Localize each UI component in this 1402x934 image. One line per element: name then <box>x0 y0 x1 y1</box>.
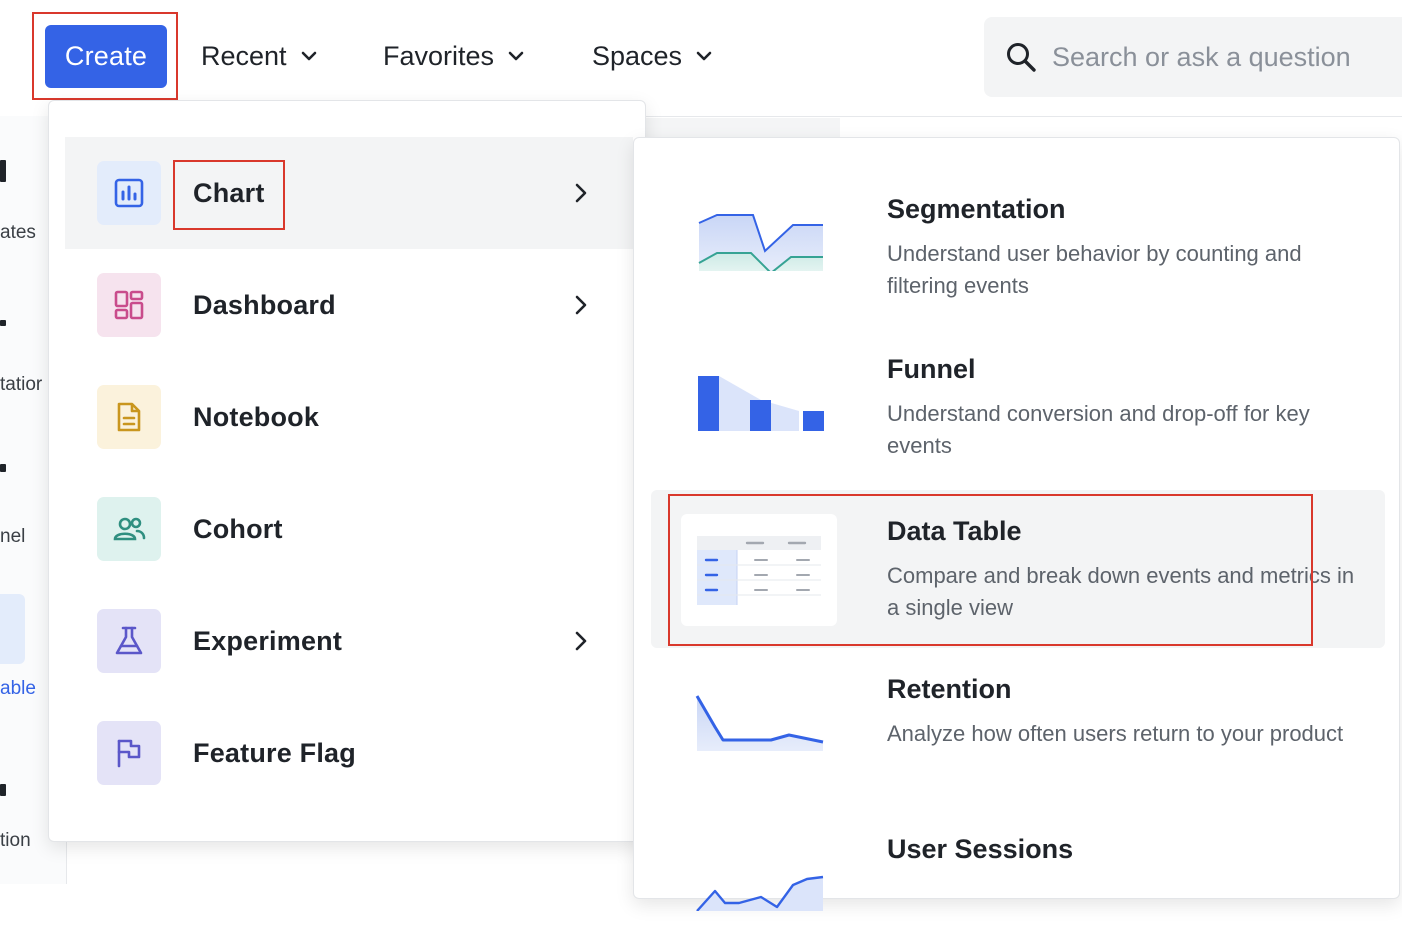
background-panel <box>645 118 840 138</box>
submenu-item-segmentation[interactable]: Segmentation Understand user behavior by… <box>651 136 1385 298</box>
chart-submenu: Segmentation Understand user behavior by… <box>633 136 1400 919</box>
favorites-menu[interactable]: Favorites <box>383 36 526 76</box>
search-input[interactable]: Search or ask a question <box>984 17 1402 97</box>
menu-item-notebook[interactable]: Notebook <box>65 361 633 473</box>
chevron-right-icon <box>573 630 589 652</box>
submenu-item-title: Retention <box>887 674 1012 704</box>
search-placeholder: Search or ask a question <box>1052 41 1351 72</box>
notebook-icon <box>97 385 161 449</box>
chevron-right-icon <box>573 294 589 316</box>
submenu-item-description: Compare and break down events and metric… <box>887 563 1355 620</box>
menu-item-label: Notebook <box>193 401 320 432</box>
flask-icon <box>97 609 161 673</box>
bar-chart-icon <box>97 161 161 225</box>
sidebar-item-label: ates <box>0 222 36 243</box>
menu-item-chart[interactable]: Chart <box>65 137 633 249</box>
flag-icon <box>97 721 161 785</box>
chevron-down-icon <box>301 51 316 61</box>
menu-item-label: Feature Flag <box>193 737 356 768</box>
menu-item-label: Chart <box>193 177 265 208</box>
dashboard-icon <box>97 273 161 337</box>
chevron-right-icon <box>573 182 589 204</box>
chevron-down-icon <box>696 51 712 61</box>
menu-item-label: Dashboard <box>193 289 336 320</box>
favorites-label: Favorites <box>383 40 495 71</box>
spaces-label: Spaces <box>592 40 683 71</box>
sidebar-active-item-bg <box>0 594 25 664</box>
sidebar-item-label: nel <box>0 526 26 547</box>
create-dropdown-menu: Chart Dashboard Notebook Cohort Experime… <box>48 100 646 842</box>
funnel-thumbnail-icon <box>681 319 837 445</box>
chevron-down-icon <box>508 51 524 61</box>
sidebar-icon-fragment <box>0 784 6 796</box>
menu-item-dashboard[interactable]: Dashboard <box>65 249 633 361</box>
menu-item-label: Cohort <box>193 513 283 544</box>
sidebar-icon-fragment <box>0 160 6 182</box>
submenu-item-title: Funnel <box>887 354 976 384</box>
submenu-item-user-sessions[interactable]: User Sessions <box>651 776 1385 934</box>
recent-label: Recent <box>201 40 287 71</box>
submenu-item-retention[interactable]: Retention Analyze how often users return… <box>651 616 1385 774</box>
submenu-item-title: Segmentation <box>887 194 1066 224</box>
search-icon <box>1004 40 1038 74</box>
segmentation-thumbnail-icon <box>681 159 837 283</box>
menu-item-experiment[interactable]: Experiment <box>65 585 633 697</box>
submenu-item-description: Understand user behavior by counting and… <box>887 241 1302 298</box>
sidebar-item-label: tatior <box>0 374 43 395</box>
create-button[interactable]: Create <box>45 25 167 88</box>
users-icon <box>97 497 161 561</box>
menu-item-cohort[interactable]: Cohort <box>65 473 633 585</box>
data-table-thumbnail-icon <box>681 514 837 626</box>
submenu-item-title: User Sessions <box>887 834 1074 864</box>
sidebar-item-label: able <box>0 678 36 699</box>
submenu-item-title: Data Table <box>887 516 1022 546</box>
user-sessions-thumbnail-icon <box>681 799 837 919</box>
sidebar-icon-fragment <box>0 464 6 472</box>
submenu-item-description: Understand conversion and drop-off for k… <box>887 401 1310 458</box>
submenu-item-description: Analyze how often users return to your p… <box>887 721 1344 746</box>
recent-menu[interactable]: Recent <box>201 36 319 76</box>
sidebar-item-label: tion <box>0 830 31 851</box>
menu-item-label: Experiment <box>193 625 343 656</box>
spaces-menu[interactable]: Spaces <box>592 36 714 76</box>
menu-item-feature-flag[interactable]: Feature Flag <box>65 697 633 809</box>
sidebar-icon-fragment <box>0 320 6 326</box>
retention-thumbnail-icon <box>681 639 837 773</box>
submenu-item-funnel[interactable]: Funnel Understand conversion and drop-of… <box>651 296 1385 458</box>
